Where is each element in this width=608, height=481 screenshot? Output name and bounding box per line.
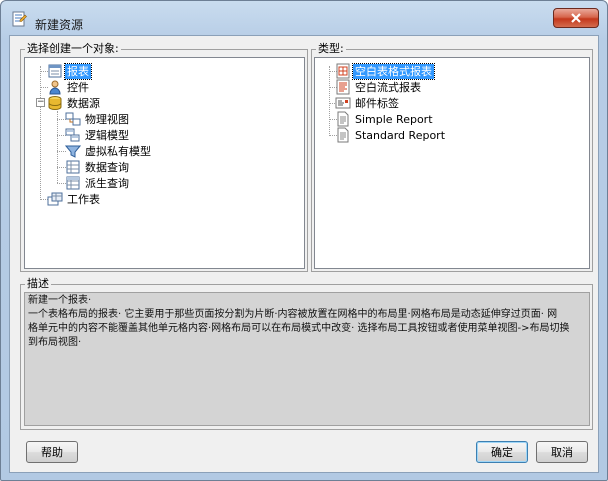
data-query-icon — [66, 160, 80, 174]
object-legend: 选择创建一个对象: — [25, 42, 121, 56]
title-bar: 新建资源 — [1, 1, 607, 35]
type-item-label: 空白流式报表 — [355, 80, 421, 94]
description-line: 到布局视图· — [28, 337, 82, 348]
tree-item-label: 工作表 — [67, 192, 100, 206]
type-item-table-report[interactable]: 空白表格式报表 — [335, 62, 435, 80]
close-icon — [571, 13, 581, 23]
type-legend: 类型: — [316, 42, 346, 56]
tree-item-virtual-private-model[interactable]: 虚拟私有模型 — [65, 143, 153, 159]
database-icon — [48, 96, 62, 111]
window-title: 新建资源 — [35, 18, 84, 32]
physical-view-icon — [65, 112, 81, 126]
mail-label-icon — [335, 97, 351, 109]
type-item-label: Standard Report — [355, 128, 446, 142]
tree-item-worksheet[interactable]: 工作表 — [47, 191, 102, 207]
logical-model-icon — [65, 128, 80, 142]
type-item-standard-report[interactable]: Standard Report — [335, 127, 447, 143]
type-item-mail-label[interactable]: 邮件标签 — [335, 95, 401, 111]
tree-item-datasource[interactable]: 数据源 — [47, 95, 102, 111]
type-list[interactable]: 空白表格式报表 空白流式报表 邮件标签 Simple Report Standa… — [314, 57, 590, 269]
tree-item-control[interactable]: 控件 — [47, 79, 91, 95]
new-resource-dialog: 新建资源 选择创建一个对象: − 报表 控件 数据源 物理视图 逻辑模型 虚拟私… — [0, 0, 608, 481]
tree-item-label: 控件 — [67, 80, 89, 94]
tree-item-derived-query[interactable]: 派生查询 — [65, 175, 131, 191]
tree-item-label: 报表 — [64, 62, 92, 80]
tree-item-data-query[interactable]: 数据查询 — [65, 159, 131, 175]
derived-query-icon — [66, 176, 80, 190]
tree-item-label: 逻辑模型 — [85, 128, 129, 142]
description-line: 一个表格布局的报表· 它主要用于那些页面按分割为片断·内容被放置在网格中的布局里… — [28, 309, 558, 320]
type-item-label: 空白表格式报表 — [352, 62, 435, 80]
datasource-expander[interactable]: − — [36, 98, 45, 107]
tree-item-label: 数据源 — [67, 96, 100, 110]
tree-item-report[interactable]: 报表 — [47, 62, 92, 80]
type-item-simple-report[interactable]: Simple Report — [335, 111, 435, 127]
tree-item-label: 虚拟私有模型 — [85, 144, 151, 158]
flow-report-icon — [336, 79, 350, 95]
description-line: 新建一个报表· — [28, 295, 92, 306]
worksheet-icon — [47, 192, 63, 206]
simple-report-icon — [337, 111, 349, 127]
table-report-icon — [336, 63, 350, 79]
description-text: 新建一个报表· 一个表格布局的报表· 它主要用于那些页面按分割为片断·内容被放置… — [28, 294, 590, 350]
virtual-private-model-icon — [65, 145, 81, 158]
close-button[interactable] — [553, 8, 599, 28]
report-icon — [48, 64, 62, 78]
type-item-label: 邮件标签 — [355, 96, 399, 110]
app-icon — [12, 11, 27, 27]
tree-item-physical-view[interactable]: 物理视图 — [65, 111, 131, 127]
dialog-body: 选择创建一个对象: − 报表 控件 数据源 物理视图 逻辑模型 虚拟私有模型 数… — [9, 35, 599, 473]
control-icon — [49, 80, 61, 95]
description-legend: 描述 — [25, 277, 51, 291]
tree-item-label: 物理视图 — [85, 112, 129, 126]
object-tree[interactable]: − 报表 控件 数据源 物理视图 逻辑模型 虚拟私有模型 数据查询 派生查询 工… — [24, 57, 305, 269]
standard-report-icon — [337, 127, 349, 143]
help-button[interactable]: 帮助 — [26, 441, 78, 463]
tree-item-label: 派生查询 — [85, 176, 129, 190]
tree-item-logical-model[interactable]: 逻辑模型 — [65, 127, 131, 143]
type-item-label: Simple Report — [355, 112, 433, 126]
tree-item-label: 数据查询 — [85, 160, 129, 174]
description-line: 格单元中的内容不能覆盖其他单元格内容·网格布局可以在布局模式中改变· 选择布局工… — [28, 323, 570, 334]
ok-button[interactable]: 确定 — [476, 441, 528, 463]
cancel-button[interactable]: 取消 — [536, 441, 588, 463]
type-item-flow-report[interactable]: 空白流式报表 — [335, 79, 423, 95]
